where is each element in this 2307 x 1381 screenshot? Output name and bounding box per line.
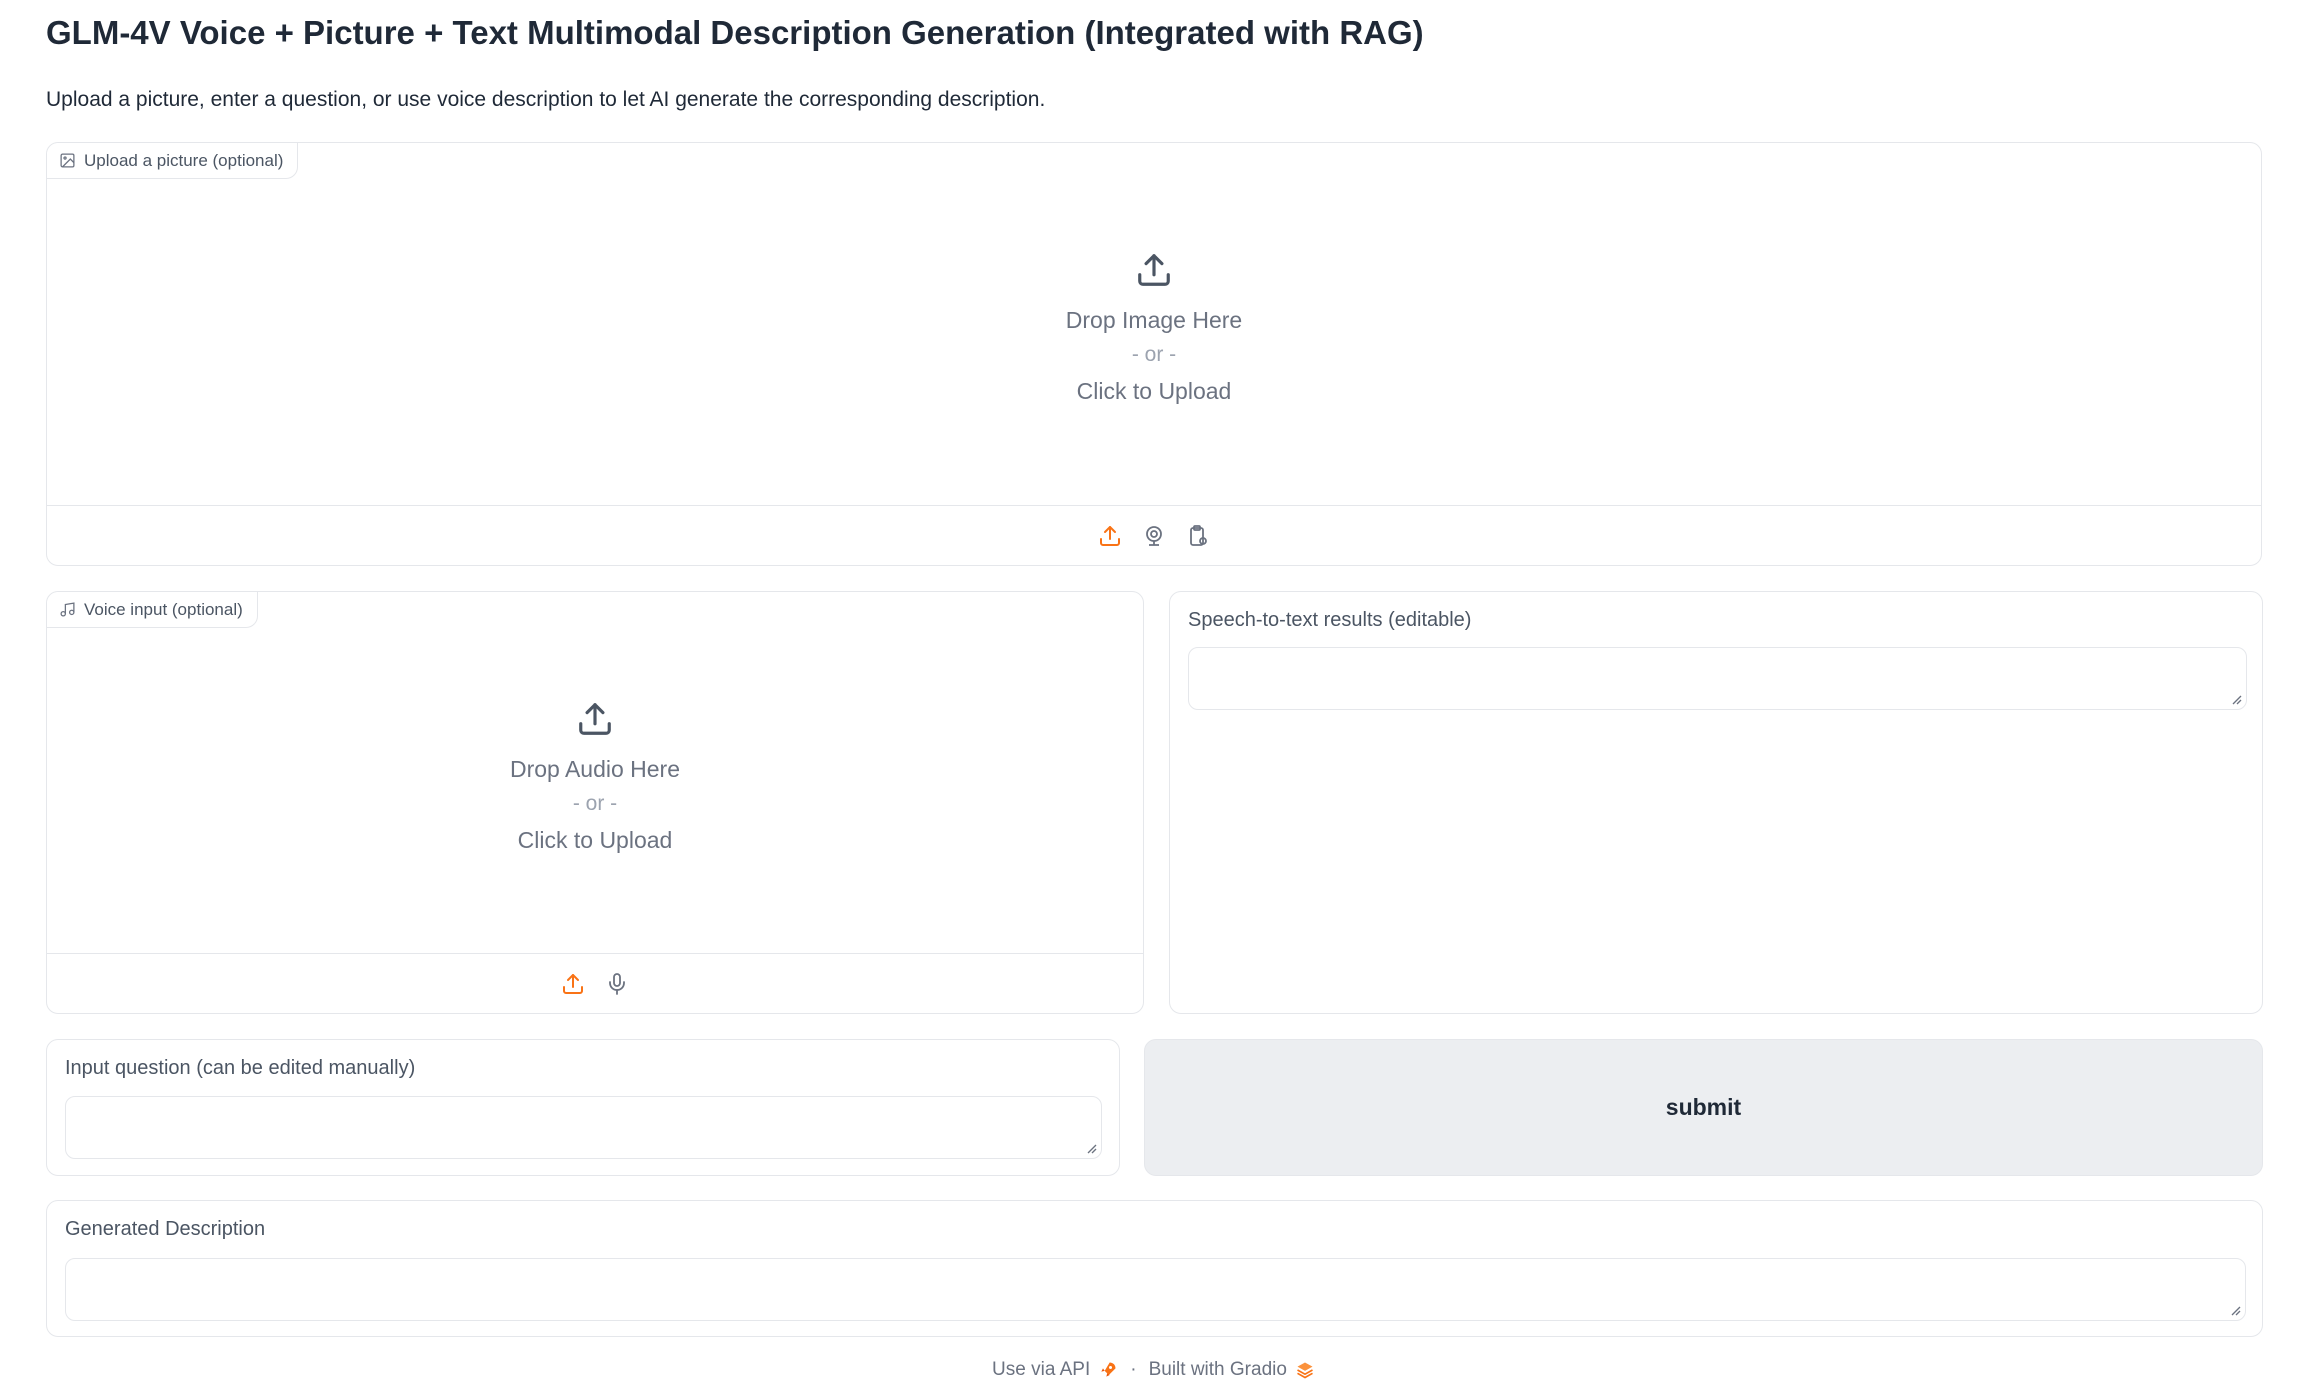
click-to-upload-text: Click to Upload — [517, 827, 673, 853]
footer: Use via API · Built with Gradio — [0, 1359, 2307, 1381]
drop-audio-text: Drop Audio Here — [509, 756, 681, 782]
output-label: Generated Description — [65, 1218, 266, 1240]
use-via-api-text: Use via API — [992, 1359, 1091, 1380]
image-upload-label: Upload a picture (optional) — [47, 143, 299, 179]
upload-source-button[interactable] — [1098, 524, 1122, 548]
clipboard-icon — [1190, 524, 1207, 546]
output-textarea[interactable] — [65, 1258, 2246, 1321]
webcam-icon — [1146, 525, 1162, 546]
or-text: - or - — [1131, 343, 1177, 366]
question-textarea[interactable] — [65, 1096, 1102, 1159]
use-via-api-link[interactable]: Use via API — [992, 1359, 1118, 1381]
image-dropzone[interactable]: Drop Image Here - or - Click to Upload — [47, 251, 2261, 409]
drop-image-text: Drop Image Here — [1065, 307, 1243, 333]
upload-source-button[interactable] — [561, 972, 585, 996]
or-text: - or - — [572, 792, 618, 815]
gradio-logo-icon — [1297, 1362, 1313, 1379]
audio-upload-label: Voice input (optional) — [47, 592, 258, 628]
question-label: Input question (can be edited manually) — [65, 1057, 416, 1079]
upload-icon — [1100, 525, 1120, 546]
image-upload-label-text: Upload a picture (optional) — [84, 150, 284, 170]
image-source-toolbar — [47, 505, 2261, 565]
footer-separator: · — [1130, 1359, 1137, 1380]
rocket-icon — [1101, 1362, 1116, 1377]
speech-result-label: Speech-to-text results (editable) — [1188, 609, 1472, 631]
music-note-icon — [60, 602, 75, 617]
resize-grip-icon[interactable] — [1085, 1142, 1097, 1154]
resize-grip-icon[interactable] — [2230, 693, 2242, 705]
image-icon — [60, 153, 75, 168]
clipboard-source-button[interactable] — [1186, 524, 1210, 548]
image-upload-panel: Upload a picture (optional) Drop Image H… — [46, 142, 2262, 566]
upload-icon — [579, 703, 611, 735]
page-title: GLM-4V Voice + Picture + Text Multimodal… — [46, 14, 1424, 51]
upload-icon — [1138, 254, 1170, 286]
built-with-gradio-link[interactable]: Built with Gradio — [1149, 1359, 1315, 1381]
built-with-gradio-text: Built with Gradio — [1148, 1359, 1287, 1380]
output-panel: Generated Description — [46, 1200, 2263, 1337]
microphone-source-button[interactable] — [605, 972, 629, 996]
speech-result-textarea[interactable] — [1188, 647, 2247, 710]
audio-dropzone[interactable]: Drop Audio Here - or - Click to Upload — [47, 700, 1143, 858]
upload-icon — [563, 973, 583, 994]
submit-button[interactable]: submit — [1144, 1039, 2263, 1176]
audio-source-toolbar — [47, 953, 1143, 1013]
resize-grip-icon[interactable] — [2229, 1304, 2241, 1316]
question-panel: Input question (can be edited manually) — [46, 1039, 1120, 1176]
microphone-icon — [609, 972, 625, 995]
page-description: Upload a picture, enter a question, or u… — [46, 88, 1046, 111]
audio-upload-label-text: Voice input (optional) — [84, 599, 243, 619]
audio-upload-panel: Voice input (optional) Drop Audio Here -… — [46, 591, 1144, 1014]
speech-result-panel: Speech-to-text results (editable) — [1169, 591, 2263, 1014]
webcam-source-button[interactable] — [1142, 524, 1166, 548]
click-to-upload-text: Click to Upload — [1076, 378, 1232, 404]
